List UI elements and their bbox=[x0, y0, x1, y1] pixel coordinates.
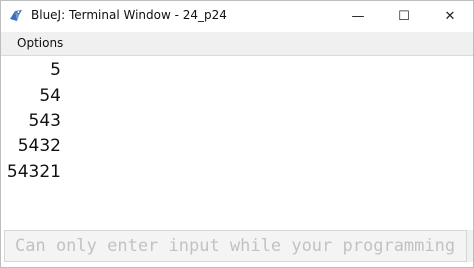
terminal-input-box bbox=[4, 230, 467, 262]
maximize-button[interactable]: ☐ bbox=[381, 1, 427, 31]
window-title: BlueJ: Terminal Window - 24_p24 bbox=[31, 8, 227, 22]
output-line: 54321 bbox=[6, 162, 61, 182]
output-line: 5432 bbox=[17, 136, 61, 156]
output-line: 5 bbox=[50, 60, 61, 80]
title-bar[interactable]: BlueJ: Terminal Window - 24_p24 — ☐ ✕ bbox=[1, 1, 473, 31]
output-line: 543 bbox=[28, 111, 61, 131]
bluej-bird-icon bbox=[10, 10, 22, 21]
maximize-icon: ☐ bbox=[398, 8, 410, 24]
close-icon: ✕ bbox=[444, 8, 456, 24]
minimize-icon: — bbox=[351, 8, 365, 24]
menu-options[interactable]: Options bbox=[17, 36, 63, 50]
terminal-output[interactable]: 5 54 543 5432 54321 bbox=[1, 56, 473, 226]
terminal-input[interactable] bbox=[5, 231, 466, 261]
terminal-window: BlueJ: Terminal Window - 24_p24 — ☐ ✕ Op… bbox=[0, 0, 474, 268]
menu-bar: Options bbox=[1, 32, 473, 56]
output-line: 54 bbox=[39, 86, 61, 106]
minimize-button[interactable]: — bbox=[335, 1, 381, 31]
close-button[interactable]: ✕ bbox=[427, 1, 473, 31]
input-edge bbox=[467, 230, 473, 262]
